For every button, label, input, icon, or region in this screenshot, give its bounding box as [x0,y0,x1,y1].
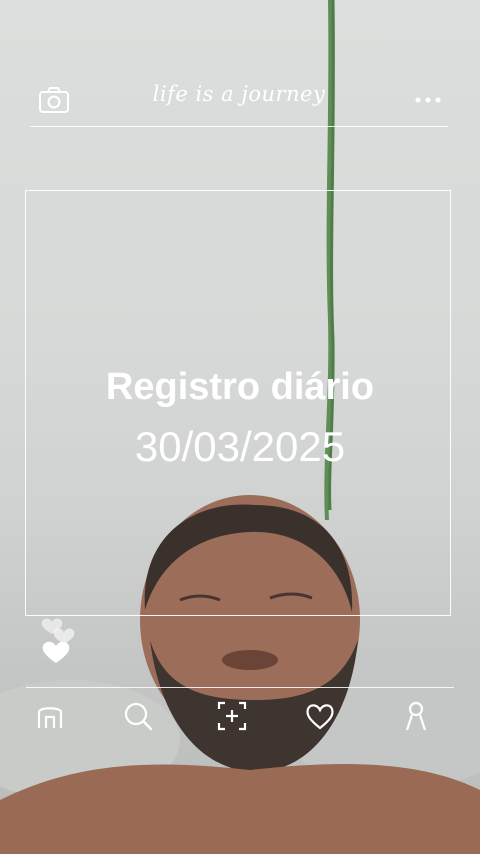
nav-likes[interactable] [302,698,338,734]
profile-icon [405,701,427,731]
heart-icon [306,704,334,730]
nav-profile[interactable] [398,698,434,734]
screen: life is a journey Registro diário 30/03/… [0,0,480,854]
nav-divider [26,687,454,688]
top-bar: life is a journey [30,78,448,126]
brand-tagline: life is a journey [152,82,326,106]
search-icon [124,702,153,731]
bottom-nav [26,698,454,738]
entry-title: Registro diário [105,366,375,408]
more-dots-icon[interactable] [414,90,442,110]
nav-home[interactable] [32,698,68,734]
ui-overlay: life is a journey Registro diário 30/03/… [0,0,480,854]
add-photo-icon [217,701,247,731]
floating-hearts-icon [41,618,75,663]
home-icon [37,707,63,728]
entry-date: 30/03/2025 [134,423,346,470]
header-divider [30,126,448,127]
nav-search[interactable] [120,698,156,734]
nav-add[interactable] [214,698,250,734]
